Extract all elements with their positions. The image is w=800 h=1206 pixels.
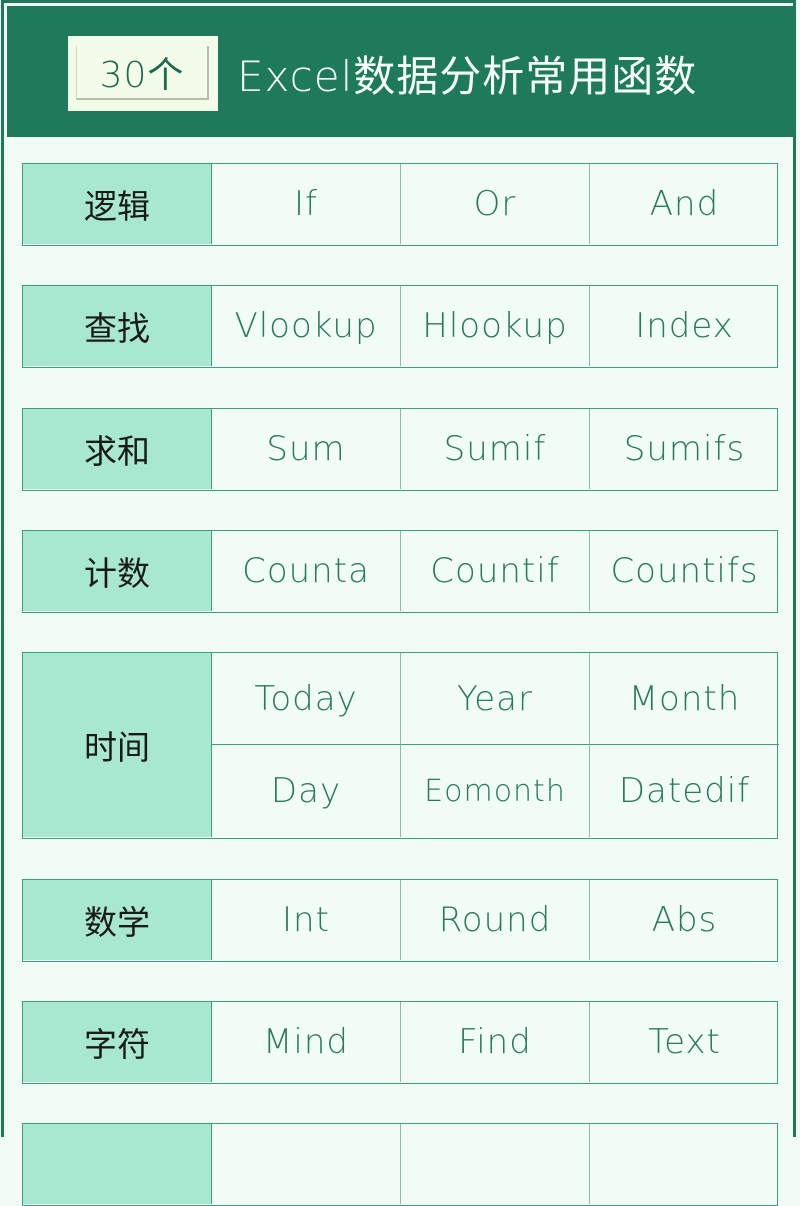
function-group-text: 字符 Mind Find Text <box>22 1001 778 1084</box>
function-cell: Vlookup <box>212 286 401 366</box>
function-cell: Sum <box>212 409 401 489</box>
function-cell: Sumif <box>401 409 590 489</box>
function-cell: Text <box>648 1022 721 1062</box>
function-cell: Mind <box>212 1002 401 1082</box>
header-banner: 30个 Excel数据分析常用函数 <box>7 6 793 137</box>
function-group-partial <box>22 1123 778 1206</box>
function-group-time: 时间 Today Year Month Day Eomonth Datedif <box>22 652 779 839</box>
count-badge: 30个 <box>68 36 218 111</box>
category-label <box>23 1124 212 1204</box>
category-label: 字符 <box>23 1002 212 1082</box>
category-label: 查找 <box>23 286 212 366</box>
function-cell: If <box>212 164 401 244</box>
function-cell: Round <box>401 880 590 960</box>
category-label: 求和 <box>23 409 212 489</box>
function-cell: Sumifs <box>623 429 746 469</box>
function-cell <box>401 1124 590 1204</box>
function-cell: Int <box>212 880 401 960</box>
function-cell: Countifs <box>610 551 759 591</box>
category-label: 逻辑 <box>23 164 212 244</box>
function-group-math: 数学 Int Round Abs <box>22 879 778 962</box>
function-cell <box>590 1124 779 1204</box>
function-cell: Countif <box>401 531 590 611</box>
function-cell: Abs <box>651 900 718 940</box>
count-badge-label: 30个 <box>76 46 209 100</box>
function-group-count: 计数 Counta Countif Countifs <box>22 530 778 613</box>
function-cell: Year <box>401 653 590 745</box>
function-group-logic: 逻辑 If Or And <box>22 163 778 246</box>
function-cell: Or <box>401 164 590 244</box>
function-cell: Eomonth <box>401 745 590 837</box>
function-cell: Find <box>401 1002 590 1082</box>
function-cell: Month <box>590 653 779 745</box>
function-cell <box>212 1124 401 1204</box>
category-label: 数学 <box>23 880 212 960</box>
function-group-sum: 求和 Sum Sumif Sumifs <box>22 408 778 491</box>
category-label: 计数 <box>23 531 212 611</box>
function-cell: Index <box>635 306 734 346</box>
category-label: 时间 <box>23 653 212 837</box>
function-cell: Datedif <box>618 771 751 811</box>
function-group-lookup: 查找 Vlookup Hlookup Index <box>22 285 778 368</box>
function-cell: Today <box>212 653 401 745</box>
function-cell: Day <box>212 745 401 837</box>
page-title: Excel数据分析常用函数 <box>237 52 698 101</box>
function-cell: Counta <box>212 531 401 611</box>
function-cell: Hlookup <box>401 286 590 366</box>
function-cell: And <box>649 184 720 224</box>
